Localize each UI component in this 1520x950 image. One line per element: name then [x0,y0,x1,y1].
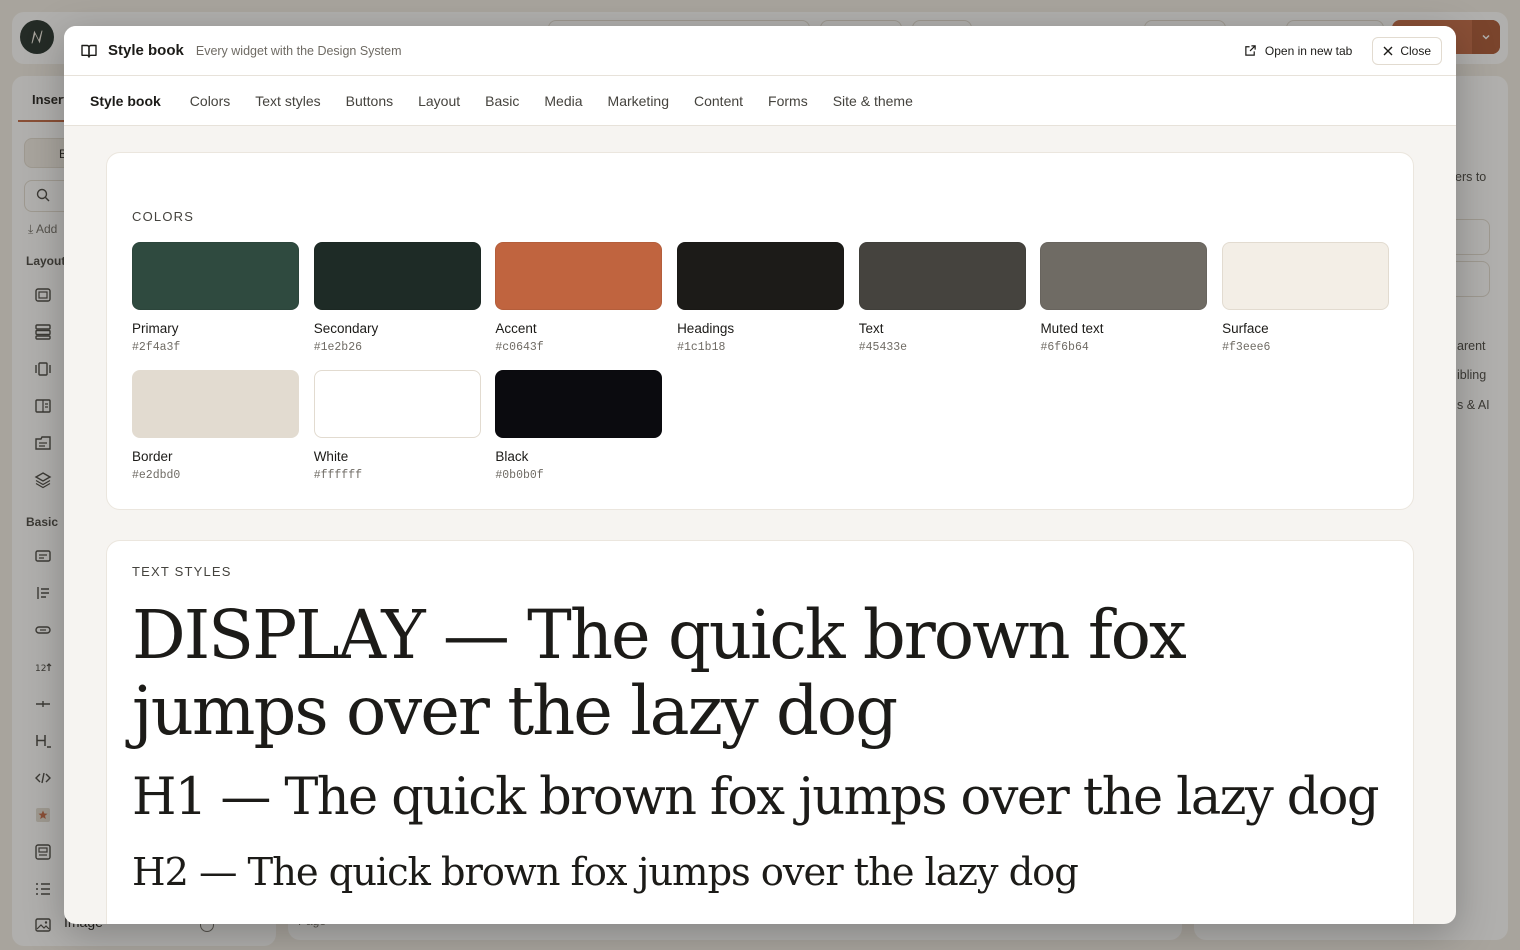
external-link-icon [1245,45,1256,56]
h2-text-sample: H2 — The quick brown fox jumps over the … [132,850,1079,895]
color-swatch-surface[interactable]: Surface #f3eee6 [1222,242,1390,354]
style-book-tabs: Style book Colors Text styles Buttons La… [64,76,1456,126]
swatch-chip [495,242,663,310]
swatch-chip [132,242,299,310]
text-styles-section-label: TEXT STYLES [132,564,232,579]
swatch-hex: #2f4a3f [132,341,181,354]
swatch-hex: #e2dbd0 [132,469,181,482]
tab-text-styles[interactable]: Text styles [255,93,320,109]
tab-layout[interactable]: Layout [418,93,460,109]
swatch-chip [495,370,663,438]
color-swatch-secondary[interactable]: Secondary #1e2b26 [313,242,481,354]
swatch-name: Headings [677,321,735,336]
swatch-grid: Primary #2f4a3f Secondary #1e2b26 Accent #c06… [132,242,1390,482]
tab-colors[interactable]: Colors [190,93,230,109]
close-label: Close [1400,43,1431,58]
swatch-name: White [313,449,349,464]
swatch-name: Primary [132,321,179,336]
color-swatch-primary[interactable]: Primary #2f4a3f [132,242,299,354]
swatch-hex: #f3eee6 [1222,341,1271,354]
tab-content[interactable]: Content [694,93,743,109]
swatch-hex: #ffffff [313,469,362,482]
text-styles-card: TEXT STYLES DISPLAY — The quick brown fo… [106,540,1414,924]
swatch-chip [1040,242,1208,310]
swatch-hex: #6f6b64 [1040,341,1089,354]
tab-media[interactable]: Media [544,93,582,109]
color-swatch-black[interactable]: Black #0b0b0f [495,370,663,482]
color-swatch-muted-text[interactable]: Muted text #6f6b64 [1040,242,1208,354]
color-swatch-text[interactable]: Text #45433e [858,242,1026,354]
swatch-chip [858,242,1026,310]
swatch-hex: #1e2b26 [313,341,362,354]
swatch-chip [313,242,481,310]
swatch-name: Black [495,449,529,464]
tab-forms[interactable]: Forms [768,93,808,109]
open-link-label: Open in new tab [1264,43,1353,58]
swatch-name: Muted text [1040,321,1104,336]
style-book-modal: Style book Every widget with the Design … [64,26,1456,924]
tab-site-theme[interactable]: Site & theme [833,93,913,109]
swatch-name: Border [132,449,173,464]
book-open-icon [80,42,98,60]
swatch-chip [132,370,299,438]
display-text-sample: DISPLAY — The quick brown fox jumps over… [132,596,1187,750]
swatch-chip [1222,242,1390,310]
tab-buttons[interactable]: Buttons [346,93,393,109]
tab-basic[interactable]: Basic [485,93,519,109]
swatch-hex: #45433e [858,341,908,354]
tab-marketing[interactable]: Marketing [608,93,669,109]
swatch-name: Secondary [313,321,379,336]
color-swatch-accent[interactable]: Accent #c0643f [495,242,663,354]
swatch-hex: #c0643f [495,341,544,354]
open-in-new-tab-link[interactable]: Open in new tab [1244,44,1352,58]
swatch-name: Accent [495,321,537,336]
h1-text-sample: H1 — The quick brown fox jumps over the … [132,768,1380,827]
color-swatch-headings[interactable]: Headings #1c1b18 [677,242,845,354]
swatch-name: Surface [1222,321,1269,336]
swatch-hex: #0b0b0f [495,469,544,482]
swatch-hex: #1c1b18 [677,341,726,354]
color-swatch-white[interactable]: White #ffffff [313,370,481,482]
swatch-name: Text [858,321,884,336]
modal-subtitle: Every widget with the Design System [195,43,402,58]
swatch-chip [313,370,481,438]
close-button[interactable]: Close [1372,36,1442,65]
modal-title: Style book [108,42,184,59]
swatch-chip [677,242,845,310]
tab-style-book[interactable]: Style book [90,93,161,109]
style-book-content[interactable]: COLORS Primary #2f4a3f Secondary #1e2b26 Acc… [64,126,1456,924]
color-swatch-border[interactable]: Border #e2dbd0 [132,370,299,482]
close-icon [1383,46,1393,55]
colors-card: COLORS Primary #2f4a3f Secondary #1e2b26 Acc… [106,152,1414,510]
colors-section-label: COLORS [132,209,195,224]
modal-header: Style book Every widget with the Design … [64,26,1456,76]
header-actions: Open in new tab Close [1244,36,1442,65]
